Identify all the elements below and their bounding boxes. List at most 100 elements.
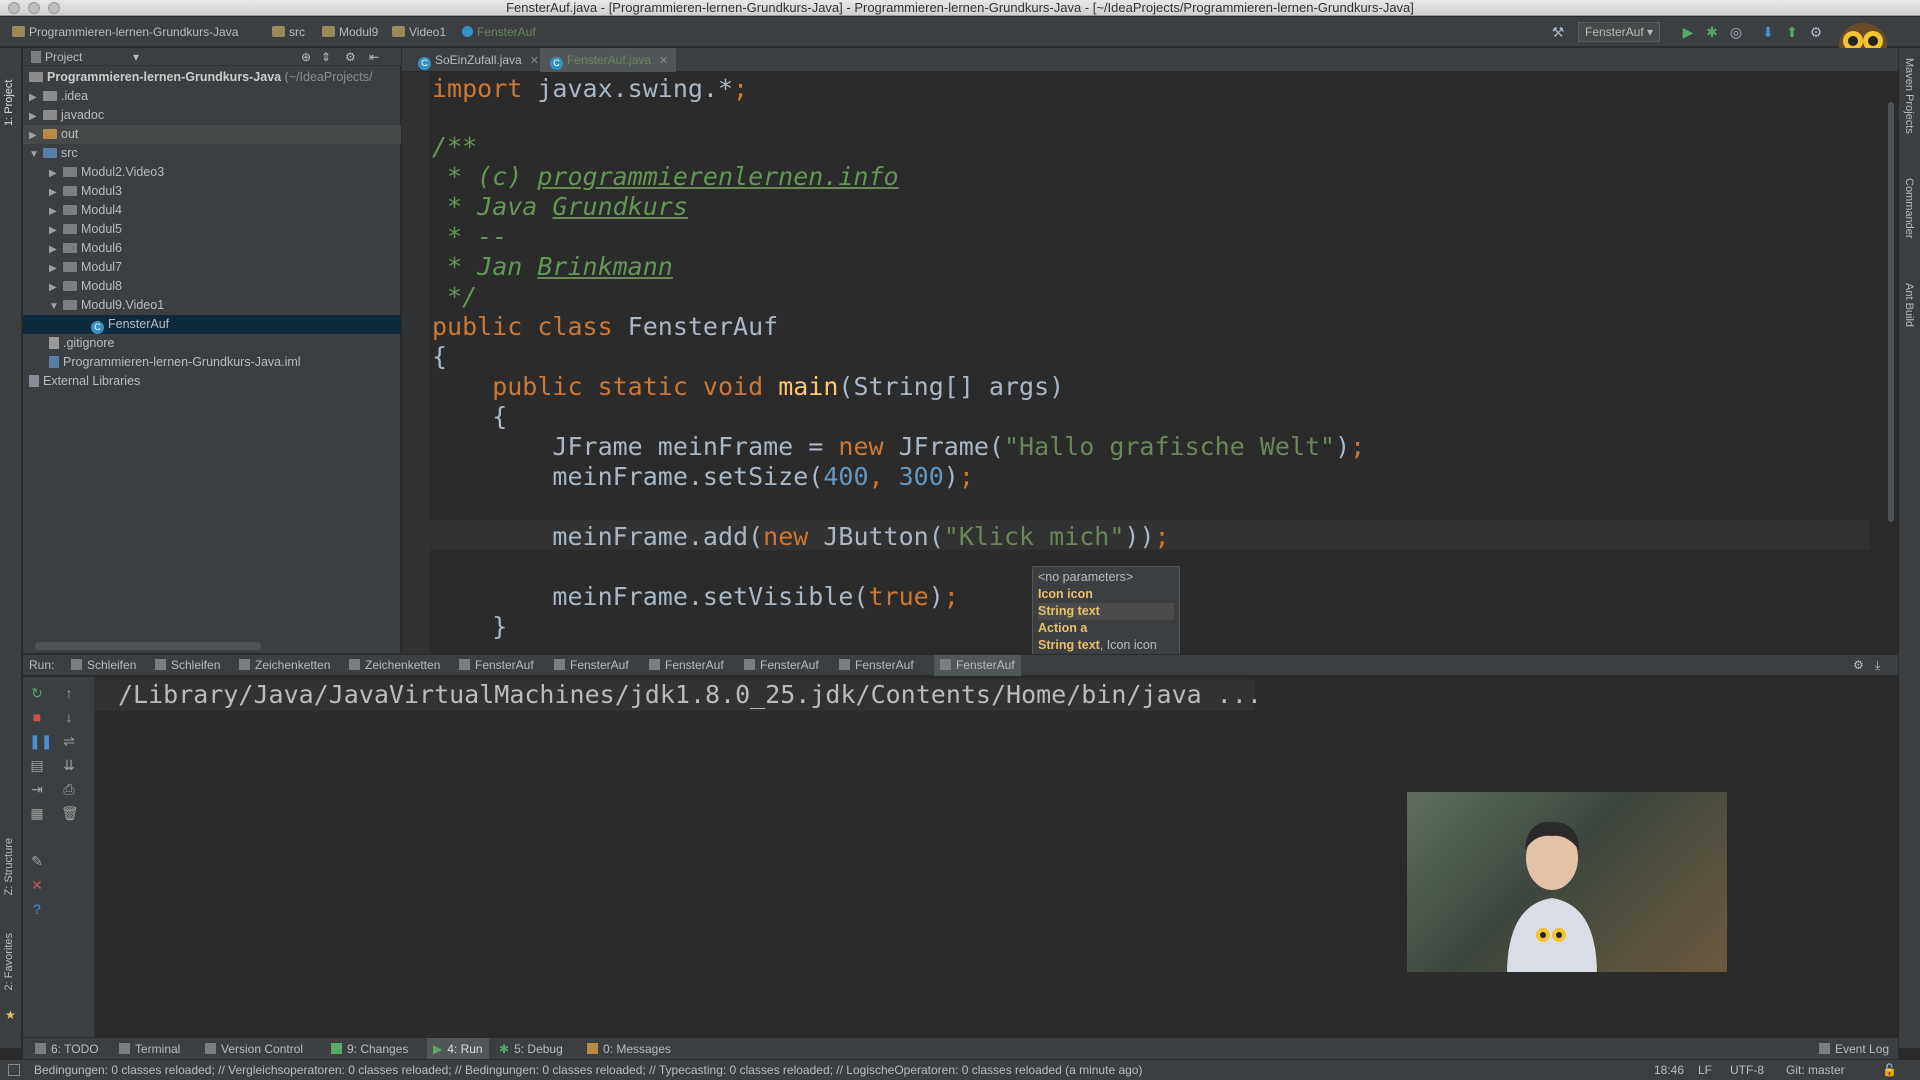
gear-icon[interactable]: ⚙ [1853, 655, 1864, 676]
close-tab-icon[interactable]: ✕ [530, 55, 539, 67]
run-tab[interactable]: FensterAuf [459, 655, 534, 676]
tree-item-modul2[interactable]: ▶ Modul2.Video3 [23, 163, 401, 182]
gear-icon[interactable]: ⚙ [345, 48, 356, 66]
param-option[interactable]: Action a [1038, 620, 1174, 637]
tree-item-modul8[interactable]: ▶ Modul8 [23, 277, 401, 296]
exit-icon[interactable]: ⇥ [29, 781, 45, 797]
tree-item-external-libraries[interactable]: External Libraries [23, 372, 401, 391]
tree-item-src[interactable]: ▼ src [23, 144, 401, 163]
breadcrumb-project[interactable]: Programmieren-lernen-Grundkurs-Java [12, 24, 238, 40]
close-window-button[interactable] [8, 2, 20, 14]
expand-arrow-icon[interactable]: ▶ [49, 183, 63, 202]
event-log-tab[interactable]: Event Log [1819, 1038, 1889, 1060]
coverage-icon[interactable]: ◎ [1728, 24, 1744, 40]
expand-arrow-icon[interactable]: ▶ [29, 107, 43, 126]
print-icon[interactable]: ⎙ [61, 781, 77, 797]
pin-icon[interactable]: ✎ [29, 853, 45, 869]
run-tab[interactable]: FensterAuf [839, 655, 914, 676]
debug-tab[interactable]: ✱ 5: Debug [499, 1038, 563, 1060]
structure-tool-tab[interactable]: Z: Structure [3, 838, 15, 895]
param-option[interactable]: Icon icon [1038, 586, 1174, 603]
line-separator[interactable]: LF [1698, 1060, 1712, 1080]
expand-arrow-icon[interactable]: ▶ [49, 164, 63, 183]
build-icon[interactable]: ⚒ [1550, 24, 1566, 40]
version-control-tab[interactable]: Version Control [205, 1038, 303, 1060]
hide-panel-icon[interactable]: ⤓ [1875, 655, 1880, 676]
tree-item-modul4[interactable]: ▶ Modul4 [23, 201, 401, 220]
toggle-tool-windows-icon[interactable] [8, 1064, 20, 1076]
run-tab[interactable]: FensterAuf [744, 655, 819, 676]
commander-tool-tab[interactable]: Commander [1903, 178, 1915, 239]
settings-icon[interactable]: ⚙ [1808, 24, 1824, 40]
tree-item-gitignore[interactable]: .gitignore [23, 334, 401, 353]
run-tab[interactable]: Zeichenketten [239, 655, 330, 676]
expand-arrow-icon[interactable]: ▶ [49, 221, 63, 240]
layout-icon[interactable]: ▦ [29, 805, 45, 821]
scroll-down-icon[interactable]: ↓ [61, 709, 77, 725]
messages-tab[interactable]: 0: Messages [587, 1038, 671, 1060]
tree-root[interactable]: Programmieren-lernen-Grundkurs-Java (~/I… [23, 68, 401, 87]
project-tool-tab[interactable]: 1: Project [3, 56, 15, 126]
changes-tab[interactable]: 9: Changes [331, 1038, 408, 1060]
tree-item-modul5[interactable]: ▶ Modul5 [23, 220, 401, 239]
run-tab-active[interactable]: FensterAuf [934, 655, 1021, 676]
vcs-commit-icon[interactable]: ⬆ [1784, 24, 1800, 40]
scroll-to-end-icon[interactable]: ⇊ [61, 757, 77, 773]
caret-position[interactable]: 18:46 [1654, 1060, 1684, 1080]
favorites-tool-tab[interactable]: 2: Favorites [3, 933, 15, 990]
tree-item-iml[interactable]: Programmieren-lernen-Grundkurs-Java.iml [23, 353, 401, 372]
expand-arrow-icon[interactable]: ▶ [49, 278, 63, 297]
hide-panel-icon[interactable]: ⇤ [369, 48, 379, 66]
breadcrumb-video1[interactable]: Video1 [392, 24, 446, 40]
dump-threads-icon[interactable]: ▤ [29, 757, 45, 773]
git-branch[interactable]: Git: master [1786, 1060, 1845, 1080]
breadcrumb-fensterauf[interactable]: FensterAuf [462, 24, 536, 40]
tree-item-fensterauf[interactable]: C FensterAuf [23, 315, 401, 334]
breadcrumb-src[interactable]: src [272, 24, 305, 40]
zoom-window-button[interactable] [48, 2, 60, 14]
help-icon[interactable]: ? [29, 901, 45, 917]
tree-item-modul9[interactable]: ▼ Modul9.Video1 [23, 296, 401, 315]
expand-arrow-icon[interactable]: ▶ [49, 202, 63, 221]
scroll-from-source-icon[interactable]: ⊕ [301, 48, 311, 66]
collapse-arrow-icon[interactable]: ▼ [29, 145, 43, 164]
ant-build-tool-tab[interactable]: Ant Build [1903, 283, 1915, 327]
minimize-window-button[interactable] [28, 2, 40, 14]
tree-item-modul7[interactable]: ▶ Modul7 [23, 258, 401, 277]
console-output-line[interactable]: /Library/Java/JavaVirtualMachines/jdk1.8… [95, 679, 1262, 711]
breadcrumb-modul9[interactable]: Modul9 [322, 24, 378, 40]
tree-item-modul3[interactable]: ▶ Modul3 [23, 182, 401, 201]
expand-arrow-icon[interactable]: ▶ [49, 240, 63, 259]
project-view-select[interactable]: Project [31, 48, 82, 66]
project-horizontal-scrollbar[interactable] [35, 642, 261, 650]
vcs-update-icon[interactable]: ⬇ [1760, 24, 1776, 40]
soft-wrap-icon[interactable]: ⇌ [61, 733, 77, 749]
chevron-down-icon[interactable]: ▾ [133, 48, 139, 66]
run-tab[interactable]: Schleifen [155, 655, 220, 676]
param-option[interactable]: <no parameters> [1038, 569, 1174, 586]
run-icon[interactable]: ▶ [1680, 24, 1696, 40]
maven-tool-tab[interactable]: Maven Projects [1903, 58, 1915, 134]
scroll-up-icon[interactable]: ↑ [61, 685, 77, 701]
tree-item-idea[interactable]: ▶ .idea [23, 87, 401, 106]
terminal-tab[interactable]: Terminal [119, 1038, 180, 1060]
param-option[interactable]: String text, Icon icon [1038, 637, 1174, 654]
run-tab[interactable]: Schleifen [71, 655, 136, 676]
collapse-all-icon[interactable]: ⇕ [321, 48, 331, 66]
lock-icon[interactable]: 🔓 [1882, 1060, 1897, 1080]
run-tab[interactable]: Zeichenketten [349, 655, 440, 676]
debug-icon[interactable]: ✱ [1704, 24, 1720, 40]
editor-vertical-scrollbar[interactable] [1888, 102, 1894, 522]
expand-arrow-icon[interactable]: ▶ [29, 126, 43, 145]
expand-arrow-icon[interactable]: ▶ [29, 88, 43, 107]
pause-icon[interactable]: ❚❚ [29, 733, 52, 749]
tree-item-modul6[interactable]: ▶ Modul6 [23, 239, 401, 258]
run-tab[interactable]: FensterAuf [649, 655, 724, 676]
tab-fensterauf[interactable]: C FensterAuf.java ✕ [540, 48, 677, 72]
run-tab[interactable]: FensterAuf [554, 655, 629, 676]
file-encoding[interactable]: UTF-8 [1730, 1060, 1764, 1080]
tree-item-out[interactable]: ▶ out [23, 125, 401, 144]
todo-tab[interactable]: 6: TODO [35, 1038, 99, 1060]
tree-item-javadoc[interactable]: ▶ javadoc [23, 106, 401, 125]
param-option[interactable]: String text [1038, 603, 1174, 620]
